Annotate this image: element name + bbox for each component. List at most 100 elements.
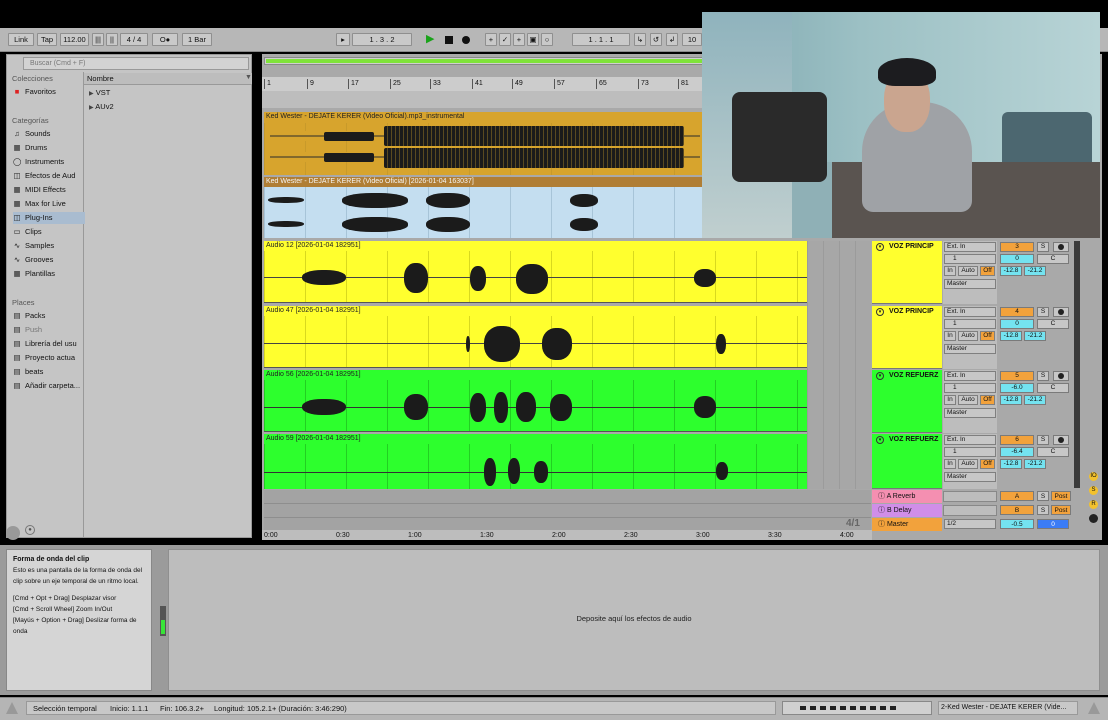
input-channel-select[interactable]: 1 [944,383,996,393]
track-activator-button[interactable]: 5 [1000,371,1034,381]
arrangement-position[interactable]: 1 . 3 . 2 [352,33,412,46]
track-activator-button[interactable]: 3 [1000,242,1034,252]
browser-search-input[interactable]: Buscar (Cmd + F) [23,57,249,70]
record-icon[interactable] [462,36,470,44]
browser-item-sounds[interactable]: ♫ Sounds [13,128,85,140]
volume-field[interactable]: -6.0 [1000,383,1034,393]
output-select[interactable]: Master [944,344,996,354]
input-type-select[interactable]: Ext. In [944,242,996,252]
solo-button[interactable]: S [1037,371,1049,381]
tap-button[interactable]: Tap [37,33,57,46]
follow-icon[interactable]: ▸ [336,33,350,46]
return-b-solo-button[interactable]: S [1037,505,1049,515]
input-channel-select[interactable]: 1 [944,254,996,264]
clip-audio-56[interactable]: Audio 56 [2026-01-04 182951] [264,370,807,432]
browser-item-push[interactable]: ▤ Push [13,324,85,336]
browser-item-favorites[interactable]: ■ Favoritos [13,86,85,98]
tempo-field[interactable]: 112.00 [60,33,89,46]
fold-icon[interactable]: ▾ [876,436,884,444]
capture-icon[interactable]: ▣ [527,33,539,46]
sends-toggle-icon[interactable]: S [1089,486,1098,495]
loop-length-field[interactable]: 10 [682,33,702,46]
clip-instrumental[interactable]: Ked Wester - DEJATE KERER (Video Oficial… [264,112,704,175]
overview-visible-region[interactable] [266,59,702,63]
return-track-b[interactable]: ⓘ B Delay [872,504,942,517]
overdub-icon[interactable]: + [485,33,497,46]
master-volume[interactable]: -0.5 [1000,519,1034,529]
master-track[interactable]: ⓘ Master [872,518,942,531]
loop-icon[interactable]: ↺ [650,33,662,46]
output-select[interactable]: Master [944,408,996,418]
loop-start-field[interactable]: 1 . 1 . 1 [572,33,630,46]
output-select[interactable]: Master [944,472,996,482]
stop-icon[interactable] [445,36,453,44]
link-button[interactable]: Link [8,33,34,46]
info-toggle-icon[interactable] [6,702,18,714]
headphone-icon[interactable]: ● [25,525,35,535]
return-a-activator[interactable]: A [1000,491,1034,501]
browser-item-clips[interactable]: ▭ Clips [13,226,85,238]
returns-toggle-icon[interactable]: R [1089,500,1098,509]
browser-item-drums[interactable]: ▦ Drums [13,142,85,154]
fold-icon[interactable]: ▾ [876,372,884,380]
monitor-auto-button[interactable]: Auto [958,395,978,405]
input-type-select[interactable]: Ext. In [944,307,996,317]
monitor-in-button[interactable]: In [944,266,956,276]
detail-toggle-icon[interactable] [1088,702,1100,714]
master-pan[interactable]: 0 [1037,519,1069,529]
clip-recording-163037[interactable]: Ked Wester - DEJATE KERER (Video Oficial… [264,177,704,238]
browser-item-current-project[interactable]: ▤ Proyecto actua [13,352,85,364]
return-a-solo-button[interactable]: S [1037,491,1049,501]
volume-field[interactable]: 0 [1000,254,1034,264]
volume-field[interactable]: 0 [1000,319,1034,329]
punch-in-icon[interactable]: ↳ [634,33,646,46]
io-toggle-icon[interactable]: IO [1089,472,1098,481]
fold-icon[interactable]: ▾ [876,243,884,251]
track-activator-button[interactable]: 4 [1000,307,1034,317]
solo-button[interactable]: S [1037,307,1049,317]
status-selected-track[interactable]: 2-Ked Wester - DEJATE KERER (Vide... [938,701,1078,715]
volume-field[interactable]: -6.4 [1000,447,1034,457]
track-activator-button[interactable]: 6 [1000,435,1034,445]
browser-item-beats[interactable]: ▤ beats [13,366,85,378]
browser-item-midi-effects[interactable]: ▦ MIDI Effects [13,184,85,196]
mixer-toggle-icon[interactable] [1089,514,1098,523]
return-track-a[interactable]: ⓘ A Reverb [872,490,942,503]
cue-out-select[interactable]: 1/2 [944,519,996,529]
browser-item-grooves[interactable]: ∿ Grooves [13,254,85,266]
monitor-off-button[interactable]: Off [980,459,995,469]
empty-arrangement-area[interactable] [807,241,871,489]
clip-audio-12[interactable]: Audio 12 [2026-01-04 182951] [264,241,807,303]
return-a-post-button[interactable]: Post [1051,491,1071,501]
content-item-auv2[interactable]: ▶ AUv2 [89,102,114,111]
pan-field[interactable]: C [1037,447,1069,457]
track-header[interactable] [872,370,942,433]
browser-item-audio-effects[interactable]: ◫ Efectos de Aud [13,170,85,182]
nudge-down-icon[interactable]: || [106,33,118,46]
track-header[interactable] [872,306,942,369]
pan-field[interactable]: C [1037,254,1069,264]
input-type-select[interactable]: Ext. In [944,435,996,445]
metronome-button[interactable]: O● [152,33,178,46]
browser-item-plug-ins[interactable]: ◫ Plug-Ins [13,212,85,224]
monitor-in-button[interactable]: In [944,395,956,405]
chevron-down-icon[interactable]: ▼ [245,74,252,81]
input-channel-select[interactable]: 1 [944,447,996,457]
monitor-auto-button[interactable]: Auto [958,459,978,469]
browser-item-instruments[interactable]: ◯ Instruments [13,156,85,168]
browser-item-samples[interactable]: ∿ Samples [13,240,85,252]
automation-arm-icon[interactable]: ✓ [499,33,511,46]
clip-audio-59[interactable]: Audio 59 [2026-01-04 182951] [264,434,807,489]
output-select[interactable]: Master [944,279,996,289]
fold-icon[interactable]: ▾ [876,308,884,316]
solo-button[interactable]: S [1037,435,1049,445]
punch-out-icon[interactable]: ↲ [666,33,678,46]
meter-field[interactable]: 4 / 4 [120,33,148,46]
monitor-auto-button[interactable]: Auto [958,266,978,276]
track-header[interactable] [872,241,942,304]
play-icon[interactable]: ▶ [426,33,434,46]
monitor-in-button[interactable]: In [944,331,956,341]
monitor-off-button[interactable]: Off [980,395,995,405]
session-record-icon[interactable]: ○ [541,33,553,46]
input-channel-select[interactable]: 1 [944,319,996,329]
